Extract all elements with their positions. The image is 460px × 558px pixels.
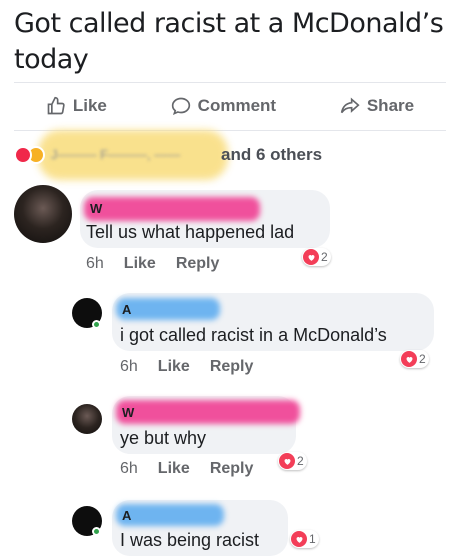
commenter-name[interactable]: W: [90, 201, 102, 216]
heart-reaction-icon: [303, 249, 319, 265]
comment-button[interactable]: Comment: [171, 96, 276, 116]
comment-like-link[interactable]: Like: [158, 460, 190, 478]
blue-highlight-marker: [116, 504, 224, 526]
divider: [14, 82, 446, 83]
like-label: Like: [72, 96, 107, 115]
comment-time[interactable]: 6h: [120, 358, 138, 376]
comment-reply-link[interactable]: Reply: [176, 255, 220, 273]
heart-reaction-icon: [401, 351, 417, 367]
reactions-others-text[interactable]: and 6 others: [221, 145, 322, 165]
reactions-row[interactable]: J——— F———, —— and 6 others: [14, 140, 446, 170]
heart-reaction-icon: [279, 453, 295, 469]
pink-highlight-marker: [84, 197, 260, 221]
avatar[interactable]: [72, 404, 102, 434]
comment-meta: 6h Like Reply: [120, 358, 253, 376]
reaction-count: 2: [297, 454, 304, 468]
reaction-count-badge[interactable]: 2: [302, 248, 331, 266]
blurred-reactor-names: J——— F———, ——: [51, 147, 181, 162]
reaction-count-badge[interactable]: 2: [278, 452, 307, 470]
like-button[interactable]: Like: [46, 96, 107, 116]
comment-text: ye but why: [120, 428, 207, 448]
commenter-name[interactable]: W: [122, 405, 134, 420]
speech-bubble-icon: [171, 97, 190, 115]
reaction-count-badge[interactable]: 1: [290, 530, 319, 548]
commenter-name[interactable]: A: [122, 302, 131, 317]
reaction-count: 2: [419, 352, 426, 366]
commenter-name[interactable]: A: [122, 508, 131, 523]
comment-time[interactable]: 6h: [120, 460, 138, 478]
comment-text: i got called racist in a McDonald’s: [120, 325, 387, 345]
heart-reaction-icon: [14, 146, 32, 164]
reaction-count: 1: [309, 532, 316, 546]
post-text: Got called racist at a McDonald’s today: [14, 8, 444, 75]
action-bar: Like Comment Share: [14, 86, 446, 126]
comment-reply-link[interactable]: Reply: [210, 358, 254, 376]
pink-highlight-marker: [116, 400, 300, 424]
comment-like-link[interactable]: Like: [124, 255, 156, 273]
share-label: Share: [366, 96, 415, 115]
reaction-count: 2: [321, 250, 328, 264]
comment-text: Tell us what happened lad: [86, 222, 295, 242]
thumbs-up-icon: [47, 96, 65, 115]
reaction-icons: [14, 146, 45, 164]
comment-text: I was being racist: [120, 530, 260, 550]
avatar[interactable]: [14, 185, 72, 243]
comment-meta: 6h Like Reply: [120, 460, 253, 478]
online-status-dot: [92, 320, 101, 329]
online-status-dot: [92, 527, 101, 536]
share-arrow-icon: [340, 97, 360, 114]
share-button[interactable]: Share: [340, 96, 414, 116]
blue-highlight-marker: [116, 298, 220, 320]
comment-label: Comment: [197, 96, 277, 115]
heart-reaction-icon: [291, 531, 307, 547]
comment-time[interactable]: 6h: [86, 255, 104, 273]
reaction-count-badge[interactable]: 2: [400, 350, 429, 368]
comment-meta: 6h Like Reply: [86, 255, 219, 273]
comment-reply-link[interactable]: Reply: [210, 460, 254, 478]
comment-like-link[interactable]: Like: [158, 358, 190, 376]
